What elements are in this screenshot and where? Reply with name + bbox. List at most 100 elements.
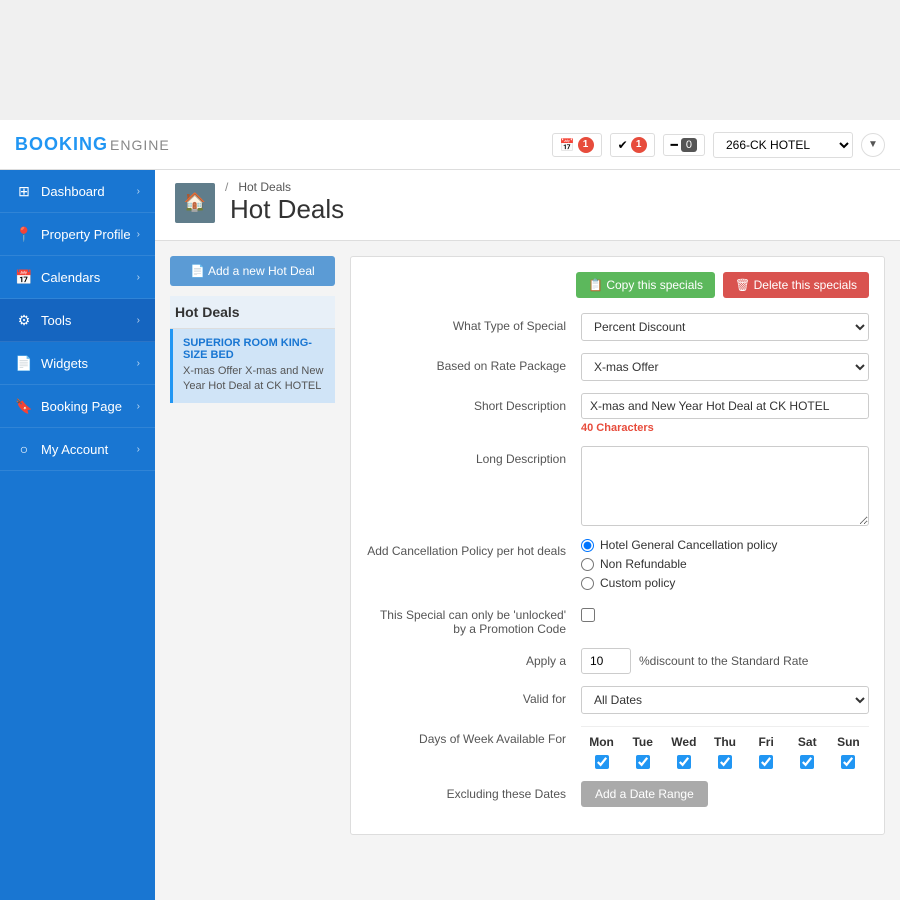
- day-sat-checkbox[interactable]: [800, 755, 814, 769]
- day-wed-checkbox[interactable]: [677, 755, 691, 769]
- dashboard-icon: ⊞: [15, 182, 33, 200]
- deal-item-title: SUPERIOR ROOM KING-SIZE BED: [183, 337, 325, 361]
- day-mon-label: Mon: [589, 735, 614, 749]
- rate-select[interactable]: X-mas Offer: [581, 353, 869, 381]
- sidebar-item-booking-page[interactable]: 🔖 Booking Page ›: [0, 385, 155, 428]
- deal-item-description: X-mas Offer X-mas and New Year Hot Deal …: [183, 364, 325, 395]
- chevron-right-icon: ›: [137, 272, 140, 283]
- sidebar-item-my-account[interactable]: ○ My Account ›: [0, 428, 155, 471]
- day-thu-checkbox[interactable]: [718, 755, 732, 769]
- day-fri-label: Fri: [758, 735, 773, 749]
- day-tue: Tue: [622, 735, 663, 769]
- location-icon: 📍: [15, 225, 33, 243]
- account-icon: ○: [15, 440, 33, 458]
- breadcrumb-home: /: [225, 180, 228, 194]
- sidebar-label-property: Property Profile: [41, 227, 131, 242]
- short-desc-input[interactable]: [581, 393, 869, 419]
- type-select[interactable]: Percent Discount: [581, 313, 869, 341]
- long-desc-textarea[interactable]: [581, 446, 869, 526]
- rate-package-row: Based on Rate Package X-mas Offer: [366, 353, 869, 381]
- chevron-right-icon: ›: [137, 444, 140, 455]
- deal-list-item[interactable]: SUPERIOR ROOM KING-SIZE BED X-mas Offer …: [170, 329, 335, 403]
- logo-engine: ENGINE: [110, 137, 170, 153]
- excluding-dates-row: Excluding these Dates Add a Date Range: [366, 781, 869, 807]
- day-mon-checkbox[interactable]: [595, 755, 609, 769]
- calendar-notification[interactable]: 📅 1: [552, 133, 602, 157]
- chevron-right-icon: ›: [137, 315, 140, 326]
- radio-non-refundable: Non Refundable: [581, 557, 869, 571]
- delete-specials-button[interactable]: 🗑 Delete this specials: [723, 272, 869, 298]
- long-desc-label: Long Description: [366, 446, 566, 466]
- home-button[interactable]: 🏠: [175, 183, 215, 223]
- sidebar-label-tools: Tools: [41, 313, 71, 328]
- sidebar-label-dashboard: Dashboard: [41, 184, 105, 199]
- page-title: Hot Deals: [230, 194, 344, 225]
- sidebar-item-widgets[interactable]: 📄 Widgets ›: [0, 342, 155, 385]
- copy-specials-button[interactable]: 📋 Copy this specials: [576, 272, 715, 298]
- chevron-right-icon: ›: [137, 401, 140, 412]
- valid-for-select[interactable]: All Dates: [581, 686, 869, 714]
- add-hot-deal-button[interactable]: 📄 Add a new Hot Deal: [170, 256, 335, 286]
- chevron-right-icon: ›: [137, 358, 140, 369]
- days-of-week: Mon Tue Wed: [581, 726, 869, 769]
- content-area: 🏠 / Hot Deals Hot Deals 📄 Add a new Hot …: [155, 170, 900, 900]
- radio-hotel-general-input[interactable]: [581, 539, 594, 552]
- sidebar-item-tools[interactable]: ⚙ Tools ›: [0, 299, 155, 342]
- dropdown-arrow-button[interactable]: ▼: [861, 133, 885, 157]
- discount-input[interactable]: [581, 648, 631, 674]
- calendar-badge: 1: [578, 137, 594, 153]
- calendar-icon: 📅: [560, 138, 575, 152]
- days-row: Days of Week Available For Mon Tue: [366, 726, 869, 769]
- sidebar-item-calendars[interactable]: 📅 Calendars ›: [0, 256, 155, 299]
- sidebar-label-account: My Account: [41, 442, 108, 457]
- tools-icon: ⚙: [15, 311, 33, 329]
- day-thu-label: Thu: [714, 735, 736, 749]
- excluding-label: Excluding these Dates: [366, 781, 566, 801]
- messages-notification[interactable]: ━ 0: [663, 134, 705, 156]
- short-desc-label: Short Description: [366, 393, 566, 413]
- day-tue-checkbox[interactable]: [636, 755, 650, 769]
- radio-hotel-general: Hotel General Cancellation policy: [581, 538, 869, 552]
- day-mon: Mon: [581, 735, 622, 769]
- type-of-special-row: What Type of Special Percent Discount: [366, 313, 869, 341]
- breadcrumb-area: / Hot Deals Hot Deals: [225, 180, 344, 225]
- day-sun-checkbox[interactable]: [841, 755, 855, 769]
- days-label: Days of Week Available For: [366, 726, 566, 746]
- day-wed-label: Wed: [671, 735, 696, 749]
- promo-checkbox[interactable]: [581, 608, 595, 622]
- hotel-selector[interactable]: 266-CK HOTEL: [713, 132, 853, 158]
- radio-custom-policy: Custom policy: [581, 576, 869, 590]
- chevron-right-icon: ›: [137, 186, 140, 197]
- radio-custom-policy-input[interactable]: [581, 577, 594, 590]
- booking-icon: 🔖: [15, 397, 33, 415]
- alerts-notification[interactable]: ✔ 1: [610, 133, 655, 157]
- discount-row: Apply a %discount to the Standard Rate: [366, 648, 869, 674]
- char-count: 40 Characters: [581, 422, 869, 434]
- header-icons: 📅 1 ✔ 1 ━ 0 266-CK HOTEL ▼: [552, 132, 885, 158]
- radio-non-refundable-input[interactable]: [581, 558, 594, 571]
- app-logo: BOOKING ENGINE: [15, 134, 552, 155]
- sidebar-label-widgets: Widgets: [41, 356, 88, 371]
- rate-label: Based on Rate Package: [366, 353, 566, 373]
- deals-section-title: Hot Deals: [170, 296, 335, 329]
- minus-icon: ━: [671, 138, 678, 152]
- day-fri-checkbox[interactable]: [759, 755, 773, 769]
- check-icon: ✔: [618, 138, 628, 152]
- breadcrumb-current: Hot Deals: [238, 180, 291, 194]
- cancellation-row: Add Cancellation Policy per hot deals Ho…: [366, 538, 869, 590]
- sidebar-item-property-profile[interactable]: 📍 Property Profile ›: [0, 213, 155, 256]
- promo-label: This Special can only be 'unlocked' by a…: [366, 602, 566, 636]
- add-date-range-button[interactable]: Add a Date Range: [581, 781, 708, 807]
- app-header: BOOKING ENGINE 📅 1 ✔ 1 ━ 0 266-CK HOTEL: [0, 120, 900, 170]
- discount-suffix: %discount to the Standard Rate: [639, 654, 808, 668]
- day-fri: Fri: [746, 735, 787, 769]
- short-desc-row: Short Description 40 Characters: [366, 393, 869, 434]
- day-sun-label: Sun: [837, 735, 860, 749]
- sidebar-item-dashboard[interactable]: ⊞ Dashboard ›: [0, 170, 155, 213]
- sidebar-label-calendars: Calendars: [41, 270, 100, 285]
- cancellation-options: Hotel General Cancellation policy Non Re…: [581, 538, 869, 590]
- day-sat-label: Sat: [798, 735, 817, 749]
- radio-non-refundable-label: Non Refundable: [600, 557, 687, 571]
- widgets-icon: 📄: [15, 354, 33, 372]
- logo-booking: BOOKING: [15, 134, 108, 155]
